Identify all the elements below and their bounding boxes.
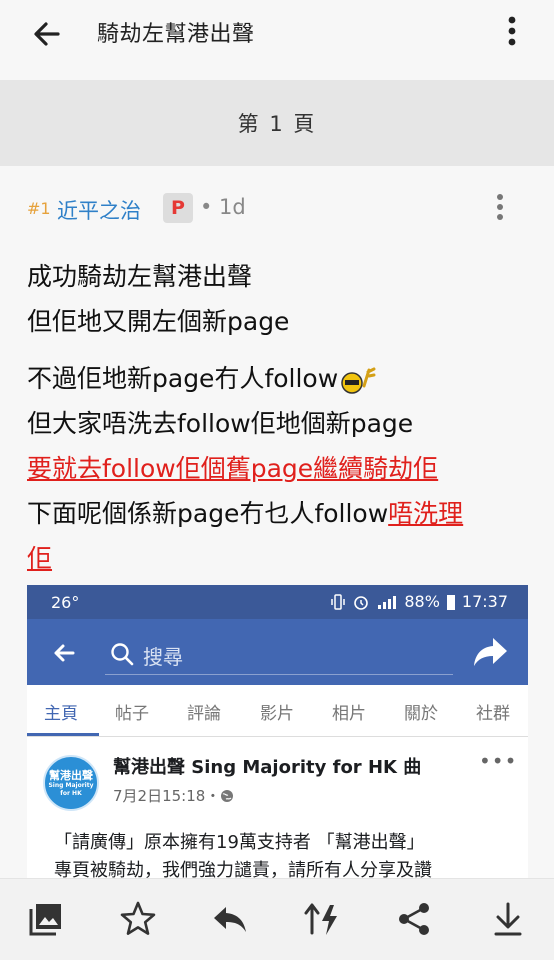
- image-gallery-icon: [29, 904, 61, 936]
- fb-back-button[interactable]: [49, 638, 79, 668]
- star-icon: [120, 901, 156, 935]
- fb-post-menu-button[interactable]: •••: [479, 749, 517, 773]
- post-floor-number: #1: [27, 199, 51, 218]
- thread-title: 騎劫左幫港出聲: [97, 22, 255, 47]
- page-number-band: 第 1 頁: [0, 80, 554, 166]
- post-header: #1 近平之治 P • 1d: [0, 166, 554, 246]
- active-tab-indicator: [27, 733, 99, 736]
- download-button[interactable]: [488, 899, 528, 939]
- more-options-button[interactable]: [498, 12, 526, 52]
- fb-search-bar: 搜尋: [27, 619, 528, 685]
- status-battery: 88%: [404, 592, 440, 611]
- post-line: 但佢地又開左個新page: [27, 307, 290, 336]
- post-line-highlight: 唔洗理: [388, 499, 464, 528]
- sort-flash-icon: [304, 903, 337, 935]
- post-author[interactable]: 近平之治: [57, 195, 141, 225]
- more-vertical-icon: [497, 194, 503, 220]
- status-bar: 26° 88% 17:37: [27, 585, 528, 619]
- globe-icon: [221, 790, 234, 802]
- bottom-toolbar: [0, 878, 554, 960]
- tab-posts[interactable]: 帖子: [115, 699, 149, 724]
- post-line: 下面呢個係新page冇乜人follow唔洗理: [27, 499, 464, 528]
- arrow-left-icon: [54, 644, 75, 662]
- sort-button[interactable]: [302, 899, 342, 939]
- tab-home[interactable]: 主頁: [44, 699, 78, 724]
- avatar-subtext: Sing Majority for HK: [48, 782, 94, 797]
- top-bar: 騎劫左幫港出聲: [0, 0, 554, 80]
- post-item: #1 近平之治 P • 1d 成功騎劫左幫港出聲 但佢地又開左個新page 不過…: [0, 166, 554, 878]
- tab-community[interactable]: 社群: [476, 699, 510, 724]
- battery-icon: [446, 594, 455, 610]
- search-icon: [111, 643, 134, 666]
- vibrate-icon: [331, 593, 346, 610]
- back-button[interactable]: [28, 14, 68, 54]
- status-temperature: 26°: [51, 593, 80, 612]
- reply-icon: [214, 907, 246, 932]
- reply-button[interactable]: [210, 899, 250, 939]
- search-placeholder: 搜尋: [143, 645, 183, 669]
- fb-tab-bar: 主頁 帖子 評論 影片 相片 關於 社群: [27, 685, 528, 737]
- fb-post-date: 7月2日15:18・: [113, 785, 234, 806]
- tab-about[interactable]: 關於: [404, 699, 438, 724]
- fb-share-button[interactable]: [471, 635, 509, 669]
- tab-reviews[interactable]: 評論: [187, 699, 221, 724]
- more-vertical-icon: [508, 16, 516, 46]
- post-line: 但大家唔洗去follow佢地個新page: [27, 409, 414, 438]
- post-body: 成功騎劫左幫港出聲 但佢地又開左個新page 不過佢地新page冇人follow…: [27, 254, 527, 581]
- status-clock: 17:37: [461, 592, 508, 611]
- fb-search-input[interactable]: 搜尋: [105, 637, 453, 675]
- tab-photos[interactable]: 相片: [332, 699, 366, 724]
- arrow-left-icon: [34, 22, 60, 46]
- author-badge: P: [163, 193, 193, 223]
- status-right: 88% 17:37: [330, 592, 508, 611]
- post-line-highlight: 佢: [27, 544, 53, 573]
- favorite-button[interactable]: [118, 899, 158, 939]
- avatar-text: 幫港出聲: [49, 769, 93, 782]
- post-more-button[interactable]: [488, 190, 512, 226]
- avatar[interactable]: 幫港出聲 Sing Majority for HK: [43, 755, 99, 811]
- post-line: 不過佢地新page冇人follow: [27, 356, 527, 401]
- page-number-label: 第 1 頁: [237, 112, 317, 136]
- fb-page-name[interactable]: 幫港出聲 Sing Majority for HK 曲: [113, 753, 421, 779]
- post-time: • 1d: [200, 195, 246, 219]
- share-arrow-icon: [474, 638, 507, 666]
- share-icon: [399, 903, 429, 935]
- emoji-sticker-icon: [338, 365, 376, 395]
- tab-videos[interactable]: 影片: [260, 699, 294, 724]
- post-line: 成功騎劫左幫港出聲: [27, 262, 253, 291]
- fb-post: 幫港出聲 Sing Majority for HK 幫港出聲 Sing Major…: [27, 737, 528, 878]
- post-line-highlight: 要就去follow佢個舊page繼續騎劫佢: [27, 454, 439, 483]
- fb-post-text: 「請廣傳」原本擁有19萬支持者 「幫港出聲」 專頁被騎劫，我們強力譴責，請所有人…: [54, 832, 432, 878]
- share-button[interactable]: [394, 899, 434, 939]
- app-root: 騎劫左幫港出聲 第 1 頁 #1 近平之治 P • 1d 成功騎劫左幫港出聲 但…: [0, 0, 554, 960]
- embedded-screenshot[interactable]: 26° 88% 17:37 搜尋 主頁 帖子 評論 影片 相片 關於 社群 幫港…: [27, 585, 528, 878]
- gallery-button[interactable]: [26, 899, 66, 939]
- alarm-icon: [354, 595, 369, 610]
- signal-icon: [378, 595, 397, 609]
- download-icon: [494, 902, 522, 936]
